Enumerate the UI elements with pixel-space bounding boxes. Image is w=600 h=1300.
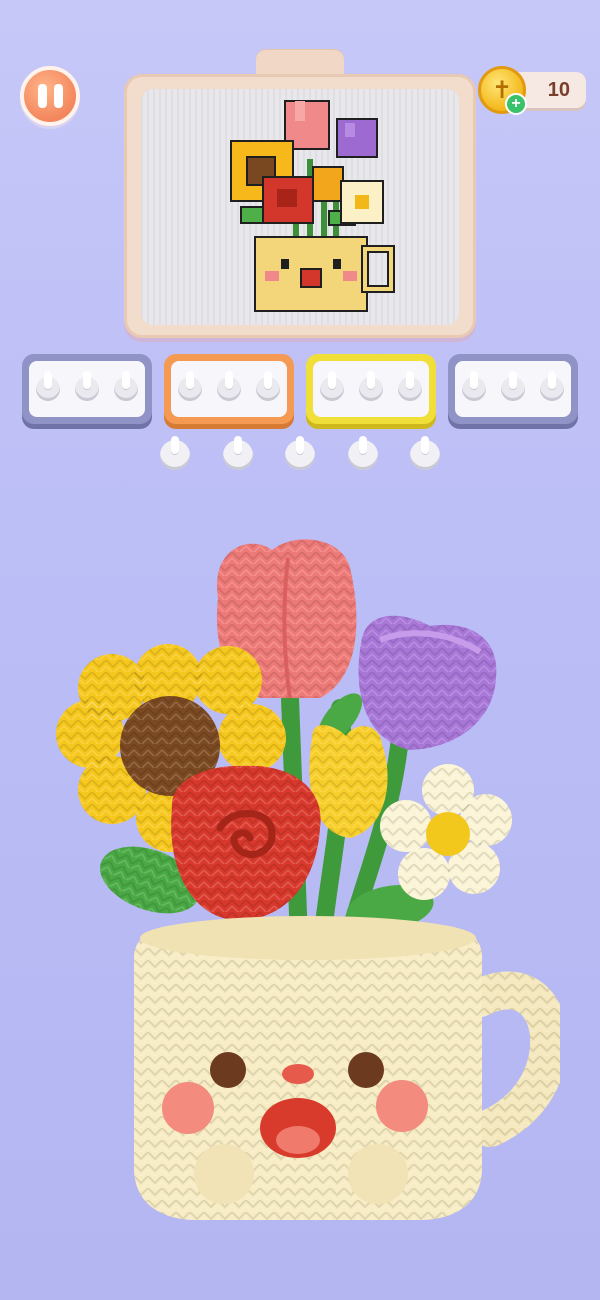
loose-peg[interactable]: [222, 436, 253, 470]
coin-icon: ✝ +: [478, 66, 527, 115]
target-picture-canvas: [141, 89, 459, 325]
purple-tulip: [358, 615, 497, 750]
peg[interactable]: [500, 371, 525, 401]
peg-slot-1[interactable]: [22, 354, 152, 424]
peg[interactable]: [113, 371, 138, 401]
pause-icon: [37, 84, 47, 108]
peg[interactable]: [358, 371, 383, 401]
peg[interactable]: [397, 371, 422, 401]
target-picture-frame: [124, 74, 476, 338]
peg[interactable]: [320, 371, 345, 401]
peg-slot-3[interactable]: [306, 354, 436, 424]
peg-slot-2[interactable]: [164, 354, 294, 424]
add-coins-icon[interactable]: +: [505, 93, 527, 115]
loose-peg[interactable]: [410, 436, 440, 470]
loose-peg[interactable]: [285, 436, 315, 470]
pixel-bouquet-preview: [230, 100, 395, 312]
peg[interactable]: [462, 371, 487, 401]
knitted-bouquet[interactable]: [50, 528, 560, 1228]
peg[interactable]: [539, 371, 564, 401]
loose-pegs-row: [160, 436, 440, 470]
coin-value: 10: [547, 78, 570, 101]
peg[interactable]: [36, 371, 61, 401]
peg-slot-4[interactable]: [448, 354, 578, 424]
cup-handle: [461, 971, 560, 1147]
peg[interactable]: [74, 371, 99, 401]
peg[interactable]: [216, 371, 241, 401]
peg[interactable]: [255, 371, 280, 401]
loose-peg[interactable]: [347, 436, 378, 470]
peg[interactable]: [178, 371, 203, 401]
pause-button[interactable]: [20, 66, 80, 126]
loose-peg[interactable]: [160, 436, 190, 470]
coin-counter[interactable]: 10 ✝ +: [478, 66, 588, 115]
